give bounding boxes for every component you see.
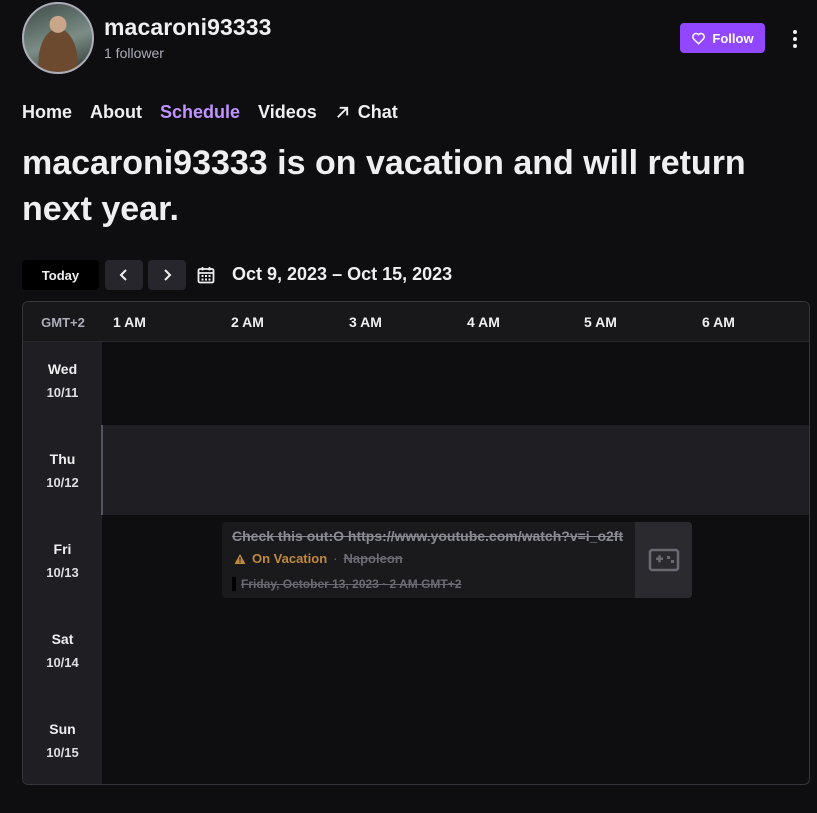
hour-label: 6 AM [702, 314, 735, 330]
day-name: Fri [53, 540, 72, 557]
hour-label: 5 AM [584, 314, 617, 330]
current-day-indicator [101, 425, 103, 515]
day-date: 10/11 [46, 384, 79, 400]
heart-icon [692, 32, 706, 45]
event-meta: On Vacation · Napoleon [234, 551, 403, 566]
day-date: 10/13 [46, 564, 79, 580]
follower-count: 1 follower [104, 45, 164, 61]
follow-button[interactable]: Follow [680, 23, 765, 53]
day-date: 10/15 [46, 744, 79, 760]
channel-name[interactable]: macaroni93333 [104, 14, 272, 41]
day-row-sun: Sun 10/15 [23, 695, 809, 784]
hour-label: 1 AM [113, 314, 146, 330]
schedule-grid: GMT+2 1 AM 2 AM 3 AM 4 AM 5 AM 6 AM Wed … [22, 301, 810, 785]
hour-label: 4 AM [467, 314, 500, 330]
meta-separator: · [333, 551, 338, 566]
day-name: Sat [51, 630, 74, 647]
follow-label: Follow [712, 30, 754, 46]
nav-chat[interactable]: Chat [335, 102, 398, 123]
channel-avatar[interactable] [22, 2, 94, 74]
next-week-button[interactable] [148, 260, 186, 290]
calendar-icon [197, 267, 215, 284]
gamepad-icon [648, 548, 679, 572]
day-name: Sun [49, 720, 76, 737]
day-date: 10/14 [46, 654, 79, 670]
more-dot-icon [793, 30, 797, 34]
more-options-button[interactable] [782, 24, 808, 54]
date-range-label: Oct 9, 2023 – Oct 15, 2023 [232, 264, 453, 284]
chevron-right-icon [164, 269, 172, 281]
nav-about[interactable]: About [90, 102, 142, 123]
event-time: Friday, October 13, 2023 · 2 AM GMT+2 [232, 577, 461, 591]
day-row-wed: Wed 10/11 [23, 335, 809, 425]
previous-week-button[interactable] [105, 260, 143, 290]
day-label: Wed 10/11 [23, 335, 102, 425]
vacation-message: macaroni93333 is on vacation and will re… [22, 144, 746, 228]
nav-videos[interactable]: Videos [258, 102, 317, 123]
day-label: Thu 10/12 [23, 425, 102, 515]
event-category[interactable]: Napoleon [343, 551, 402, 566]
more-dot-icon [793, 44, 797, 48]
more-dot-icon [793, 37, 797, 41]
day-label: Sat 10/14 [23, 605, 102, 695]
arrow-up-right-icon [336, 106, 348, 118]
schedule-event-card[interactable]: Check this out:O https://www.youtube.com… [222, 522, 692, 598]
nav-home[interactable]: Home [22, 102, 72, 123]
today-button[interactable]: Today [22, 260, 99, 290]
hour-label: 2 AM [231, 314, 264, 330]
event-thumbnail [635, 522, 692, 598]
day-row-thu: Thu 10/12 [23, 425, 809, 515]
nav-schedule[interactable]: Schedule [160, 102, 240, 123]
warning-icon [234, 553, 246, 564]
calendar-picker-button[interactable] [191, 260, 221, 290]
day-name: Thu [49, 450, 76, 467]
hour-label: 3 AM [349, 314, 382, 330]
day-label: Sun 10/15 [23, 695, 102, 784]
event-title: Check this out:O https://www.youtube.com… [232, 528, 624, 544]
day-row-sat: Sat 10/14 [23, 605, 809, 695]
day-label: Fri 10/13 [23, 515, 102, 605]
day-date: 10/12 [46, 474, 79, 490]
chevron-left-icon [119, 269, 127, 281]
channel-nav: Home About Schedule Videos Chat [22, 102, 398, 123]
vacation-status: On Vacation [252, 551, 328, 566]
day-name: Wed [47, 360, 78, 377]
nav-chat-label: Chat [357, 102, 398, 122]
